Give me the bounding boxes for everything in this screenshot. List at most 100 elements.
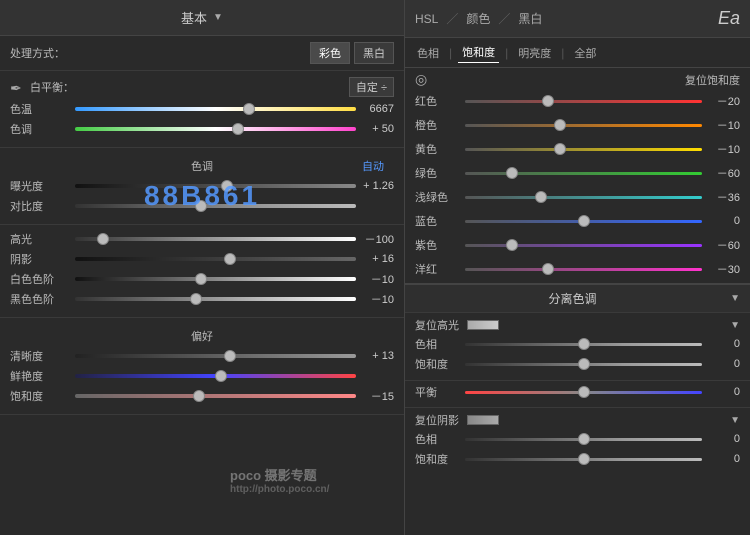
red-sat-value: －20 — [702, 93, 740, 109]
balance-slider-row: 平衡 0 — [415, 384, 740, 400]
tint-row: 色调 + 50 — [10, 121, 394, 137]
balance-slider[interactable] — [465, 384, 702, 400]
blue-label: 蓝色 — [415, 213, 465, 229]
header-sep1: ／ — [446, 10, 458, 27]
tone-label: 色调 — [191, 158, 213, 174]
hsl-tabs: 色相 | 饱和度 | 明亮度 | 全部 — [405, 38, 750, 68]
black-slider[interactable] — [75, 291, 356, 307]
eyedropper-icon: ✒ — [10, 80, 24, 94]
green-sat-value: －60 — [702, 165, 740, 181]
contrast-slider[interactable] — [75, 198, 356, 214]
vibrance-slider[interactable] — [75, 368, 356, 384]
saturation-slider[interactable] — [75, 388, 356, 404]
tone-auto-button[interactable]: 自动 — [362, 158, 384, 174]
split-highlight-header: 复位高光 ▼ — [415, 317, 740, 333]
highlight-sat-slider[interactable] — [465, 356, 702, 372]
tab-all[interactable]: 全部 — [570, 43, 600, 63]
orange-sat-slider[interactable] — [465, 117, 702, 133]
shadow-sat-slider[interactable] — [465, 451, 702, 467]
color-temp-value: 6667 — [356, 103, 394, 115]
wb-label: 白平衡： — [30, 79, 74, 95]
tint-value: + 50 — [356, 123, 394, 135]
shadow-swatch[interactable] — [467, 415, 499, 425]
highlight-hue-value: 0 — [702, 338, 740, 350]
highlight-hue-slider[interactable] — [465, 336, 702, 352]
white-slider[interactable] — [75, 271, 356, 287]
saturation-row: 饱和度 －15 — [10, 388, 394, 404]
split-highlight-section: 复位高光 ▼ 色相 0 饱和度 — [405, 313, 750, 381]
shadow-sat-row: 饱和度 0 — [415, 451, 740, 467]
shadow-dropdown[interactable]: ▼ — [730, 415, 740, 426]
exposure-row: 曝光度 + 1.26 — [10, 178, 394, 194]
wb-value[interactable]: 自定 ÷ — [349, 77, 394, 97]
tint-label: 色调 — [10, 121, 75, 137]
clarity-slider[interactable] — [75, 348, 356, 364]
color-mode-button[interactable]: 彩色 — [310, 42, 350, 64]
left-panel: 基本 ▼ 处理方式： 彩色 黑白 ✒ 白平衡： 自定 ÷ 色温 — [0, 0, 405, 535]
hsl-reset-label[interactable]: 复位饱和度 — [685, 72, 740, 88]
hsl-label[interactable]: HSL — [415, 12, 438, 26]
saturation-label: 饱和度 — [10, 388, 75, 404]
magenta-sat-slider[interactable] — [465, 261, 702, 277]
yellow-sat-slider[interactable] — [465, 141, 702, 157]
blue-sat-row: 蓝色 0 — [405, 211, 750, 231]
right-panel: HSL ／ 颜色 ／ 黑白 Ea 色相 | 饱和度 | 明亮度 | 全部 ◎ 复… — [405, 0, 750, 535]
tab-saturation[interactable]: 饱和度 — [458, 42, 499, 63]
orange-sat-row: 橙色 －10 — [405, 115, 750, 135]
split-highlight-reset[interactable]: 复位高光 — [415, 317, 459, 333]
highlight-label: 高光 — [10, 231, 75, 247]
highlight-row: 高光 －100 — [10, 231, 394, 247]
red-sat-slider[interactable] — [465, 93, 702, 109]
split-tone-arrow: ▼ — [730, 293, 740, 304]
balance-row: 平衡 0 — [405, 381, 750, 408]
split-shadow-reset[interactable]: 复位阴影 — [415, 412, 459, 428]
contrast-label: 对比度 — [10, 198, 75, 214]
yellow-sat-row: 黄色 －10 — [405, 139, 750, 159]
split-shadow-header: 复位阴影 ▼ — [415, 412, 740, 428]
purple-sat-slider[interactable] — [465, 237, 702, 253]
bw-mode-button[interactable]: 黑白 — [354, 42, 394, 64]
hsl-target-icon: ◎ — [415, 71, 427, 88]
color-temp-slider[interactable] — [75, 101, 356, 117]
highlight-sat-row: 饱和度 0 — [415, 356, 740, 372]
preference-section: 偏好 清晰度 + 13 鲜艳度 — [0, 318, 404, 415]
magenta-sat-row: 洋红 －30 — [405, 259, 750, 279]
shadow-hue-value: 0 — [702, 433, 740, 445]
highlight-dropdown[interactable]: ▼ — [730, 320, 740, 331]
green-sat-slider[interactable] — [465, 165, 702, 181]
color-label[interactable]: 颜色 — [466, 10, 490, 27]
blue-sat-value: 0 — [702, 215, 740, 227]
aqua-sat-value: －36 — [702, 189, 740, 205]
tint-slider[interactable] — [75, 121, 356, 137]
shadow-hue-slider[interactable] — [465, 431, 702, 447]
shadow-sat-value: 0 — [702, 453, 740, 465]
magenta-sat-value: －30 — [702, 261, 740, 277]
shadow-slider[interactable] — [75, 251, 356, 267]
blue-sat-slider[interactable] — [465, 213, 702, 229]
green-sat-row: 绿色 －60 — [405, 163, 750, 183]
watermark: poco 摄影专题 http://photo.poco.cn/ — [230, 465, 329, 495]
shadow-value: + 16 — [356, 253, 394, 265]
tone-header: 色调 自动 — [10, 154, 394, 178]
highlight-swatch[interactable] — [467, 320, 499, 330]
hsl-section: ◎ 复位饱和度 红色 －20 橙色 — [405, 68, 750, 285]
yellow-sat-value: －10 — [702, 141, 740, 157]
aqua-sat-slider[interactable] — [465, 189, 702, 205]
tab-luminance[interactable]: 明亮度 — [514, 43, 555, 63]
aqua-label: 浅绿色 — [415, 189, 465, 205]
tab-hue[interactable]: 色相 — [413, 43, 443, 63]
shadow-row: 阴影 + 16 — [10, 251, 394, 267]
bw-label[interactable]: 黑白 — [518, 10, 542, 27]
highlight-slider[interactable] — [75, 231, 356, 247]
white-row: 白色色阶 －10 — [10, 271, 394, 287]
left-panel-arrow: ▼ — [213, 12, 223, 23]
balance-label: 平衡 — [415, 384, 465, 400]
split-tone-title: 分离色调 — [549, 290, 597, 307]
pref-header: 偏好 — [10, 324, 394, 348]
black-label: 黑色色阶 — [10, 291, 75, 307]
highlight-hue-row: 色相 0 — [415, 336, 740, 352]
clarity-label: 清晰度 — [10, 348, 75, 364]
exposure-slider[interactable] — [75, 178, 356, 194]
vibrance-row: 鲜艳度 — [10, 368, 394, 384]
pref-label: 偏好 — [191, 328, 213, 344]
